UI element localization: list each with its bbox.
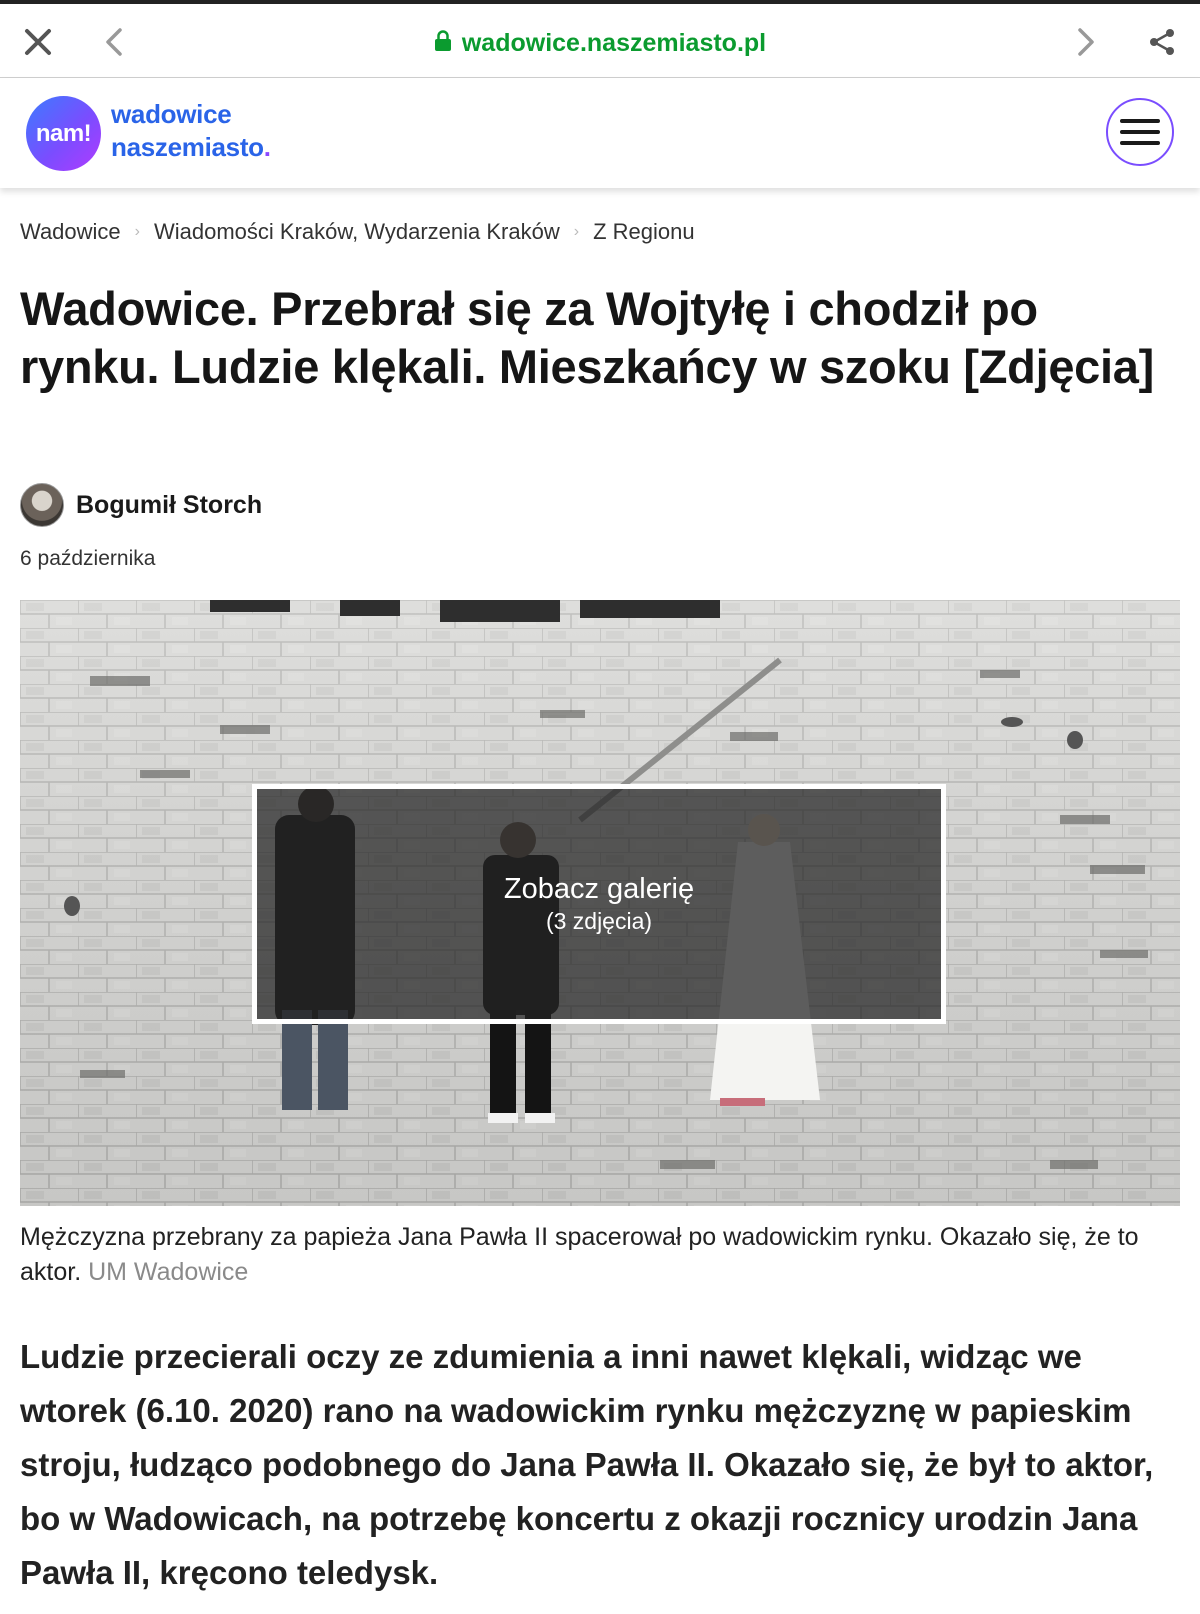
logo-line-brand: naszemiasto. bbox=[111, 131, 271, 164]
lock-icon bbox=[434, 29, 452, 57]
menu-bar bbox=[1120, 130, 1160, 134]
breadcrumb-item-krakow[interactable]: Wiadomości Kraków, Wydarzenia Kraków bbox=[154, 219, 560, 245]
breadcrumb: Wadowice › Wiadomości Kraków, Wydarzenia… bbox=[20, 219, 695, 245]
logo-line-city: wadowice bbox=[111, 99, 232, 129]
author-name[interactable]: Bogumił Storch bbox=[76, 491, 262, 520]
menu-bar bbox=[1120, 141, 1160, 145]
photo-caption: Mężczyzna przebrany za papieża Jana Pawł… bbox=[20, 1220, 1180, 1290]
article-photo[interactable]: Zobacz galerię (3 zdjęcia) bbox=[20, 600, 1180, 1206]
site-header: nam! wadowice naszemiasto. bbox=[0, 78, 1200, 188]
publish-date: 6 października bbox=[20, 547, 156, 570]
forward-icon[interactable] bbox=[1066, 22, 1106, 62]
gallery-count: (3 zdjęcia) bbox=[545, 908, 653, 934]
share-icon[interactable] bbox=[1142, 22, 1182, 62]
photo-source: UM Wadowice bbox=[88, 1258, 249, 1286]
article-title: Wadowice. Przebrał się za Wojtyłę i chod… bbox=[20, 282, 1154, 393]
hamburger-menu-icon[interactable] bbox=[1106, 98, 1174, 166]
breadcrumb-item-wadowice[interactable]: Wadowice bbox=[20, 219, 121, 245]
breadcrumb-separator-icon: › bbox=[573, 223, 580, 240]
logo-brand-name: naszemiasto bbox=[111, 132, 264, 162]
logo-dot: . bbox=[263, 132, 271, 162]
site-logo-text[interactable]: wadowice naszemiasto. bbox=[111, 98, 271, 164]
view-gallery-button[interactable]: Zobacz galerię (3 zdjęcia) bbox=[252, 784, 946, 1024]
author-avatar[interactable] bbox=[20, 483, 64, 527]
breadcrumb-separator-icon: › bbox=[134, 223, 140, 240]
gallery-label: Zobacz galerię bbox=[503, 873, 695, 905]
browser-bar: wadowice.naszemiasto.pl bbox=[0, 0, 1200, 78]
article-lead: Ludzie przecierali oczy ze zdumienia a i… bbox=[20, 1338, 1154, 1591]
url-text: wadowice.naszemiasto.pl bbox=[461, 28, 767, 57]
menu-bar bbox=[1120, 119, 1160, 123]
breadcrumb-item-region[interactable]: Z Regionu bbox=[593, 219, 695, 245]
logo-badge[interactable]: nam! bbox=[26, 96, 101, 171]
author-row: Bogumił Storch bbox=[20, 483, 262, 527]
address-bar[interactable]: wadowice.naszemiasto.pl bbox=[0, 26, 1200, 60]
